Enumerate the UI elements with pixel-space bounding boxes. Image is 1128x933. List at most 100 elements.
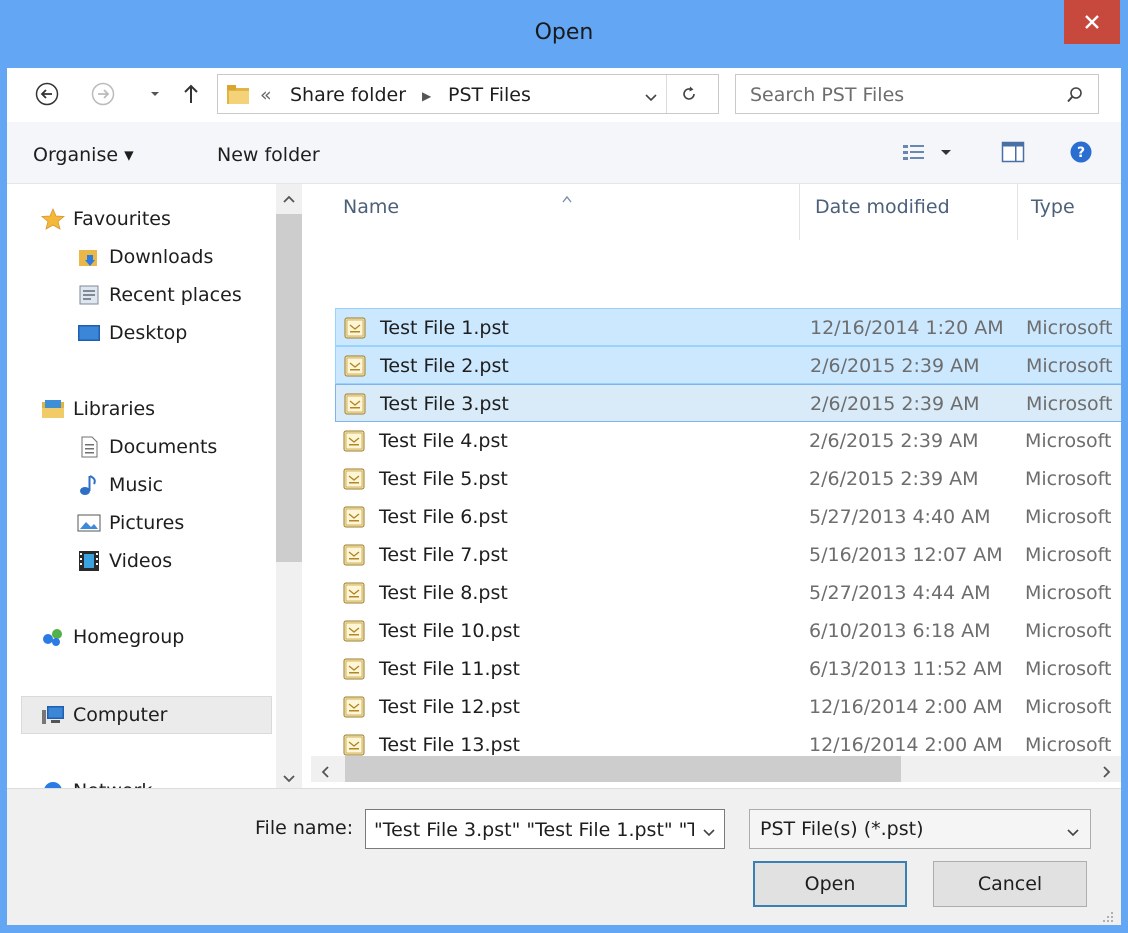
- organise-menu[interactable]: Organise ▾: [33, 144, 134, 166]
- resize-grip-icon[interactable]: [1101, 907, 1115, 925]
- nav-label: Videos: [109, 550, 173, 572]
- cancel-button[interactable]: Cancel: [933, 861, 1087, 907]
- file-list: Name Date modified Type Test File 1.pst 1…: [303, 184, 1121, 788]
- file-row[interactable]: Test File 6.pst 5/27/2013 4:40 AM Microsof…: [335, 498, 1121, 536]
- close-button[interactable]: [1064, 0, 1120, 44]
- open-dialog: Open « Share folder ▶ PST Files Search P…: [0, 0, 1128, 933]
- file-name-history-dropdown[interactable]: [702, 822, 716, 844]
- nav-pane-scroll-thumb[interactable]: [276, 214, 302, 562]
- scroll-left-arrow-icon[interactable]: [319, 762, 331, 784]
- refresh-button[interactable]: [680, 85, 698, 108]
- file-date-cell: 2/6/2015 2:39 AM: [810, 393, 980, 415]
- file-row[interactable]: Test File 7.pst 5/16/2013 12:07 AM Microso…: [335, 536, 1121, 574]
- nav-downloads[interactable]: Downloads: [77, 240, 213, 274]
- column-header-name[interactable]: Name: [343, 196, 399, 218]
- scroll-right-arrow-icon[interactable]: [1101, 762, 1113, 784]
- libraries-icon: [42, 400, 64, 418]
- recent-places-icon: [79, 285, 99, 305]
- dialog-body: « Share folder ▶ PST Files Search PST Fi…: [7, 68, 1121, 925]
- help-button[interactable]: ?: [1069, 140, 1093, 169]
- nav-homegroup[interactable]: Homegroup: [41, 620, 184, 654]
- preview-pane-button[interactable]: [1001, 140, 1025, 169]
- file-row[interactable]: Test File 11.pst 6/13/2013 11:52 AM Micros…: [335, 650, 1121, 688]
- scroll-up-arrow-icon[interactable]: [282, 188, 296, 210]
- file-row[interactable]: Test File 1.pst 12/16/2014 1:20 AM Microso…: [335, 308, 1121, 346]
- close-icon: [1085, 15, 1099, 29]
- nav-computer[interactable]: Computer: [41, 698, 167, 732]
- nav-music[interactable]: Music: [77, 468, 163, 502]
- horizontal-scroll-thumb[interactable]: [345, 756, 901, 782]
- recent-locations-dropdown[interactable]: [143, 82, 167, 106]
- file-type-cell: Microsoft: [1026, 355, 1113, 377]
- nav-label: Music: [109, 474, 164, 496]
- nav-favourites[interactable]: Favourites: [41, 202, 171, 236]
- star-icon: [41, 208, 65, 230]
- back-arrow-icon: [35, 82, 59, 106]
- breadcrumb-pst-files[interactable]: PST Files: [448, 84, 531, 106]
- change-view-button[interactable]: [901, 142, 961, 169]
- file-name-cell: Test File 5.pst: [379, 468, 508, 490]
- file-date-cell: 2/6/2015 2:39 AM: [810, 355, 980, 377]
- pst-file-icon: [344, 393, 366, 415]
- pst-file-icon: [343, 506, 365, 528]
- file-row[interactable]: Test File 3.pst 2/6/2015 2:39 AM Microsoft: [335, 384, 1121, 422]
- file-name-input[interactable]: "Test File 3.pst" "Test File 1.pst" "T: [365, 809, 725, 849]
- nav-desktop[interactable]: Desktop: [77, 316, 187, 350]
- address-bar[interactable]: « Share folder ▶ PST Files: [217, 74, 719, 114]
- forward-arrow-icon: [91, 82, 115, 106]
- nav-label: Libraries: [73, 398, 156, 420]
- file-row[interactable]: Test File 10.pst 6/10/2013 6:18 AM Microso…: [335, 612, 1121, 650]
- column-divider[interactable]: [1017, 184, 1018, 240]
- open-button[interactable]: Open: [753, 861, 907, 907]
- search-input[interactable]: Search PST Files: [735, 74, 1099, 114]
- nav-pane-scrollbar[interactable]: [276, 184, 302, 788]
- file-type-cell: Microsoft: [1025, 430, 1112, 452]
- pst-file-icon: [343, 430, 365, 452]
- file-row[interactable]: Test File 4.pst 2/6/2015 2:39 AM Microsoft: [335, 422, 1121, 460]
- forward-button[interactable]: [91, 82, 115, 106]
- column-header-type[interactable]: Type: [1031, 196, 1075, 218]
- view-options-icon: [903, 145, 951, 160]
- column-header-date-modified[interactable]: Date modified: [815, 196, 950, 218]
- chevron-down-icon: [151, 92, 159, 96]
- breadcrumb-share-folder[interactable]: Share folder: [290, 84, 406, 106]
- file-date-cell: 5/16/2013 12:07 AM: [809, 544, 1003, 566]
- breadcrumb-separator-icon: ▶: [422, 89, 432, 103]
- file-date-cell: 2/6/2015 2:39 AM: [809, 468, 979, 490]
- scroll-down-arrow-icon[interactable]: [282, 768, 296, 790]
- file-row[interactable]: Test File 8.pst 5/27/2013 4:44 AM Microsof…: [335, 574, 1121, 612]
- file-row[interactable]: Test File 12.pst 12/16/2014 2:00 AM Micros…: [335, 688, 1121, 726]
- file-date-cell: 5/27/2013 4:40 AM: [809, 506, 991, 528]
- file-date-cell: 2/6/2015 2:39 AM: [809, 430, 979, 452]
- nav-recent-places[interactable]: Recent places: [77, 278, 242, 312]
- documents-icon: [81, 436, 98, 458]
- column-divider[interactable]: [799, 184, 800, 240]
- address-overflow[interactable]: «: [260, 84, 272, 106]
- file-name-cell: Test File 3.pst: [380, 393, 509, 415]
- file-row[interactable]: Test File 2.pst 2/6/2015 2:39 AM Microsoft: [335, 346, 1121, 384]
- file-name-cell: Test File 11.pst: [379, 658, 520, 680]
- file-type-cell: Microsoft: [1025, 658, 1112, 680]
- nav-label: Desktop: [109, 322, 188, 344]
- nav-documents[interactable]: Documents: [77, 430, 217, 464]
- back-button[interactable]: [35, 82, 59, 106]
- nav-label: Computer: [73, 704, 168, 726]
- computer-icon: [42, 706, 64, 724]
- file-type-select[interactable]: PST File(s) (*.pst): [749, 809, 1091, 849]
- dialog-footer: File name: "Test File 3.pst" "Test File …: [7, 788, 1121, 925]
- file-row[interactable]: Test File 5.pst 2/6/2015 2:39 AM Microsoft: [335, 460, 1121, 498]
- refresh-icon: [683, 86, 695, 100]
- desktop-icon: [78, 325, 100, 341]
- file-list-horizontal-scrollbar[interactable]: [311, 756, 1121, 782]
- chevron-down-icon: [645, 94, 657, 102]
- file-name-cell: Test File 2.pst: [380, 355, 509, 377]
- address-history-dropdown[interactable]: [644, 87, 658, 109]
- nav-pictures[interactable]: Pictures: [77, 506, 184, 540]
- nav-videos[interactable]: Videos: [77, 544, 172, 578]
- up-button[interactable]: [179, 82, 203, 106]
- up-arrow-icon: [184, 84, 198, 103]
- nav-libraries[interactable]: Libraries: [41, 392, 155, 426]
- file-type-dropdown-arrow[interactable]: [1066, 822, 1080, 844]
- new-folder-button[interactable]: New folder: [217, 144, 320, 166]
- nav-network[interactable]: Network: [41, 774, 152, 788]
